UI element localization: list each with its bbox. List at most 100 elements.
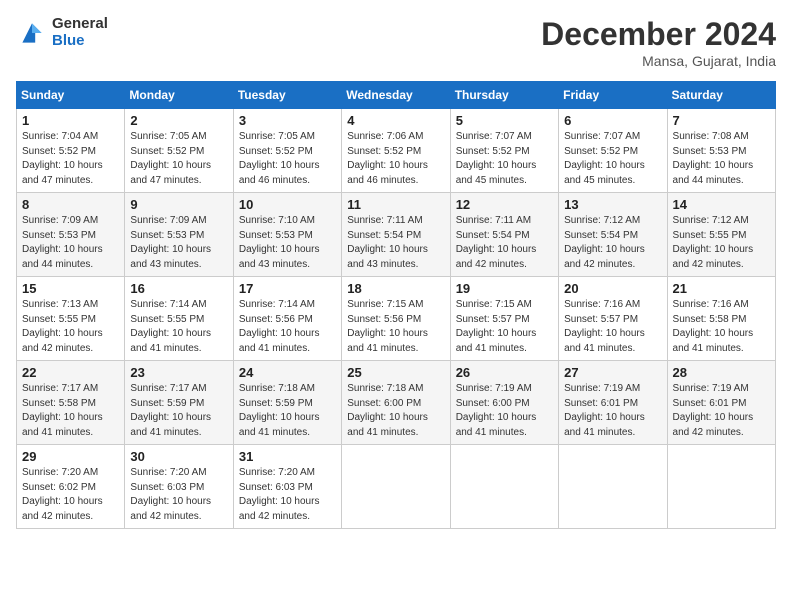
calendar-cell: 26 Sunrise: 7:19 AM Sunset: 6:00 PM Dayli…: [450, 361, 558, 445]
col-friday: Friday: [559, 82, 667, 109]
calendar-cell: 21Sunrise: 7:16 AM Sunset: 5:58 PM Dayli…: [667, 277, 775, 361]
day-info: Sunrise: 7:20 AM Sunset: 6:03 PM Dayligh…: [239, 466, 336, 524]
day-number: 2: [130, 113, 227, 128]
day-info: Sunrise: 7:18 AM Sunset: 6:00 PM Dayligh…: [347, 382, 444, 440]
day-number: 20: [564, 281, 661, 296]
calendar-cell: 24Sunrise: 7:18 AM Sunset: 5:59 PM Dayli…: [233, 361, 341, 445]
logo-icon: [16, 17, 48, 49]
day-info: Sunrise: 7:11 AM Sunset: 5:54 PM Dayligh…: [456, 214, 553, 272]
calendar-cell: 12 Sunrise: 7:11 AM Sunset: 5:54 PM Dayli…: [450, 193, 558, 277]
calendar-cell: 29Sunrise: 7:20 AM Sunset: 6:02 PM Dayli…: [17, 445, 125, 529]
day-number: 24: [239, 365, 336, 380]
calendar-cell: 20Sunrise: 7:16 AM Sunset: 5:57 PM Dayli…: [559, 277, 667, 361]
calendar-cell: 30Sunrise: 7:20 AM Sunset: 6:03 PM Dayli…: [125, 445, 233, 529]
calendar-cell: [342, 445, 450, 529]
day-number: 4: [347, 113, 444, 128]
logo-blue-text: Blue: [52, 33, 108, 50]
day-info: Sunrise: 7:09 AM Sunset: 5:53 PM Dayligh…: [130, 214, 227, 272]
day-info: Sunrise: 7:15 AM Sunset: 5:57 PM Dayligh…: [456, 298, 553, 356]
day-number: 19: [456, 281, 553, 296]
day-number: 26: [456, 365, 553, 380]
calendar-cell: 4 Sunrise: 7:06 AM Sunset: 5:52 PM Daylig…: [342, 109, 450, 193]
day-info: Sunrise: 7:08 AM Sunset: 5:53 PM Dayligh…: [673, 130, 770, 188]
calendar-cell: 19 Sunrise: 7:15 AM Sunset: 5:57 PM Dayli…: [450, 277, 558, 361]
calendar-cell: 17Sunrise: 7:14 AM Sunset: 5:56 PM Dayli…: [233, 277, 341, 361]
day-number: 27: [564, 365, 661, 380]
day-number: 11: [347, 197, 444, 212]
calendar-week-5: 29Sunrise: 7:20 AM Sunset: 6:02 PM Dayli…: [17, 445, 776, 529]
calendar-cell: 14 Sunrise: 7:12 AM Sunset: 5:55 PM Dayli…: [667, 193, 775, 277]
day-info: Sunrise: 7:20 AM Sunset: 6:03 PM Dayligh…: [130, 466, 227, 524]
calendar-body: 1Sunrise: 7:04 AM Sunset: 5:52 PM Daylig…: [17, 109, 776, 529]
day-info: Sunrise: 7:04 AM Sunset: 5:52 PM Dayligh…: [22, 130, 119, 188]
calendar-week-2: 8 Sunrise: 7:09 AM Sunset: 5:53 PM Daylig…: [17, 193, 776, 277]
day-number: 7: [673, 113, 770, 128]
calendar-cell: 22 Sunrise: 7:17 AM Sunset: 5:58 PM Dayli…: [17, 361, 125, 445]
calendar-cell: 15Sunrise: 7:13 AM Sunset: 5:55 PM Dayli…: [17, 277, 125, 361]
day-number: 22: [22, 365, 119, 380]
day-info: Sunrise: 7:09 AM Sunset: 5:53 PM Dayligh…: [22, 214, 119, 272]
day-number: 25: [347, 365, 444, 380]
calendar-cell: 6 Sunrise: 7:07 AM Sunset: 5:52 PM Daylig…: [559, 109, 667, 193]
calendar-cell: 16 Sunrise: 7:14 AM Sunset: 5:55 PM Dayli…: [125, 277, 233, 361]
day-number: 6: [564, 113, 661, 128]
calendar-cell: [450, 445, 558, 529]
day-number: 13: [564, 197, 661, 212]
calendar-cell: 25 Sunrise: 7:18 AM Sunset: 6:00 PM Dayli…: [342, 361, 450, 445]
day-info: Sunrise: 7:14 AM Sunset: 5:55 PM Dayligh…: [130, 298, 227, 356]
calendar-cell: 27 Sunrise: 7:19 AM Sunset: 6:01 PM Dayli…: [559, 361, 667, 445]
day-info: Sunrise: 7:12 AM Sunset: 5:55 PM Dayligh…: [673, 214, 770, 272]
calendar-week-4: 22 Sunrise: 7:17 AM Sunset: 5:58 PM Dayli…: [17, 361, 776, 445]
day-info: Sunrise: 7:13 AM Sunset: 5:55 PM Dayligh…: [22, 298, 119, 356]
day-info: Sunrise: 7:17 AM Sunset: 5:58 PM Dayligh…: [22, 382, 119, 440]
day-info: Sunrise: 7:15 AM Sunset: 5:56 PM Dayligh…: [347, 298, 444, 356]
logo-text: General Blue: [52, 16, 108, 49]
title-block: December 2024 Mansa, Gujarat, India: [541, 16, 776, 69]
day-number: 16: [130, 281, 227, 296]
day-info: Sunrise: 7:19 AM Sunset: 6:01 PM Dayligh…: [673, 382, 770, 440]
day-number: 5: [456, 113, 553, 128]
calendar-cell: 28 Sunrise: 7:19 AM Sunset: 6:01 PM Dayli…: [667, 361, 775, 445]
day-number: 28: [673, 365, 770, 380]
calendar-cell: 2 Sunrise: 7:05 AM Sunset: 5:52 PM Daylig…: [125, 109, 233, 193]
day-number: 8: [22, 197, 119, 212]
day-number: 9: [130, 197, 227, 212]
month-title: December 2024: [541, 16, 776, 53]
calendar-cell: 23Sunrise: 7:17 AM Sunset: 5:59 PM Dayli…: [125, 361, 233, 445]
day-number: 17: [239, 281, 336, 296]
day-info: Sunrise: 7:07 AM Sunset: 5:52 PM Dayligh…: [456, 130, 553, 188]
day-info: Sunrise: 7:19 AM Sunset: 6:00 PM Dayligh…: [456, 382, 553, 440]
day-number: 14: [673, 197, 770, 212]
day-info: Sunrise: 7:16 AM Sunset: 5:58 PM Dayligh…: [673, 298, 770, 356]
day-info: Sunrise: 7:11 AM Sunset: 5:54 PM Dayligh…: [347, 214, 444, 272]
calendar-cell: 7 Sunrise: 7:08 AM Sunset: 5:53 PM Daylig…: [667, 109, 775, 193]
location: Mansa, Gujarat, India: [541, 53, 776, 69]
calendar-week-3: 15Sunrise: 7:13 AM Sunset: 5:55 PM Dayli…: [17, 277, 776, 361]
day-info: Sunrise: 7:05 AM Sunset: 5:52 PM Dayligh…: [130, 130, 227, 188]
day-number: 10: [239, 197, 336, 212]
day-info: Sunrise: 7:07 AM Sunset: 5:52 PM Dayligh…: [564, 130, 661, 188]
calendar-week-1: 1Sunrise: 7:04 AM Sunset: 5:52 PM Daylig…: [17, 109, 776, 193]
calendar-cell: 10Sunrise: 7:10 AM Sunset: 5:53 PM Dayli…: [233, 193, 341, 277]
day-info: Sunrise: 7:19 AM Sunset: 6:01 PM Dayligh…: [564, 382, 661, 440]
logo-general-text: General: [52, 16, 108, 33]
calendar-cell: 13 Sunrise: 7:12 AM Sunset: 5:54 PM Dayli…: [559, 193, 667, 277]
page-header: General Blue December 2024 Mansa, Gujara…: [16, 16, 776, 69]
day-info: Sunrise: 7:12 AM Sunset: 5:54 PM Dayligh…: [564, 214, 661, 272]
day-info: Sunrise: 7:05 AM Sunset: 5:52 PM Dayligh…: [239, 130, 336, 188]
day-number: 31: [239, 449, 336, 464]
calendar-cell: 8 Sunrise: 7:09 AM Sunset: 5:53 PM Daylig…: [17, 193, 125, 277]
calendar-cell: 3 Sunrise: 7:05 AM Sunset: 5:52 PM Daylig…: [233, 109, 341, 193]
calendar-cell: 9 Sunrise: 7:09 AM Sunset: 5:53 PM Daylig…: [125, 193, 233, 277]
calendar-cell: 18Sunrise: 7:15 AM Sunset: 5:56 PM Dayli…: [342, 277, 450, 361]
calendar-cell: 31 Sunrise: 7:20 AM Sunset: 6:03 PM Dayli…: [233, 445, 341, 529]
calendar-cell: 1Sunrise: 7:04 AM Sunset: 5:52 PM Daylig…: [17, 109, 125, 193]
logo: General Blue: [16, 16, 108, 49]
col-saturday: Saturday: [667, 82, 775, 109]
day-info: Sunrise: 7:06 AM Sunset: 5:52 PM Dayligh…: [347, 130, 444, 188]
day-number: 3: [239, 113, 336, 128]
calendar-cell: 11 Sunrise: 7:11 AM Sunset: 5:54 PM Dayli…: [342, 193, 450, 277]
col-wednesday: Wednesday: [342, 82, 450, 109]
calendar-header: Sunday Monday Tuesday Wednesday Thursday…: [17, 82, 776, 109]
day-number: 12: [456, 197, 553, 212]
